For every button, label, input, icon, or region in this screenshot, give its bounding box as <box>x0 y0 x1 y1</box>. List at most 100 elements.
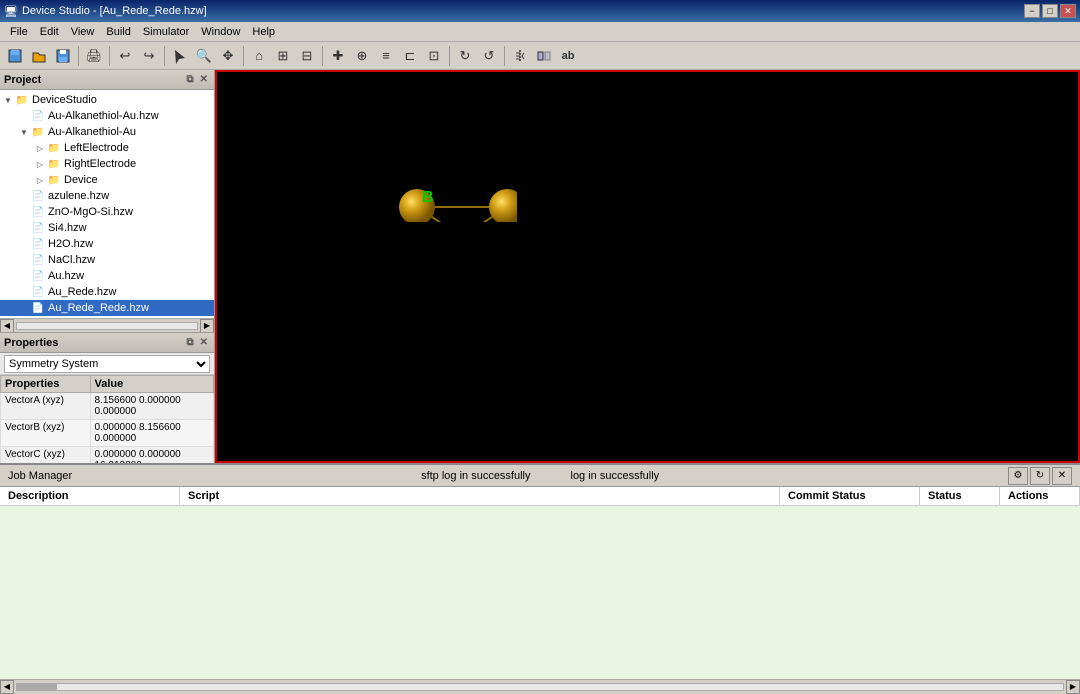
node-label-au[interactable]: Au.hzw <box>48 270 84 282</box>
select-button[interactable] <box>169 45 191 67</box>
tree-node-right-electrode[interactable]: ▷ 📁 RightElectrode <box>0 156 214 172</box>
close-button[interactable]: ✕ <box>1060 4 1076 18</box>
tree-scroll-left[interactable]: ◀ <box>0 319 14 333</box>
expand-au-rede-rede[interactable] <box>18 302 30 314</box>
status-msg-1: sftp log in successfully <box>421 470 530 482</box>
job-close-button[interactable]: ✕ <box>1052 467 1072 485</box>
maximize-button[interactable]: □ <box>1042 4 1058 18</box>
project-close-button[interactable]: ✕ <box>198 74 210 85</box>
job-refresh-button[interactable]: ↻ <box>1030 467 1050 485</box>
mirror-button[interactable] <box>533 45 555 67</box>
menu-view[interactable]: View <box>65 24 101 40</box>
zoom-button[interactable]: 🔍 <box>193 45 215 67</box>
open-button[interactable] <box>28 45 50 67</box>
pan-button[interactable]: ✥ <box>217 45 239 67</box>
properties-float-button[interactable]: ⧉ <box>184 337 195 348</box>
node-label-au-alk-hzw[interactable]: Au-Alkanethiol-Au.hzw <box>48 110 159 122</box>
new-button[interactable] <box>4 45 26 67</box>
tree-node-au-alk-folder[interactable]: ▼ 📁 Au-Alkanethiol-Au <box>0 124 214 140</box>
fragment-button[interactable]: ⊏ <box>399 45 421 67</box>
app-icon: 🖥 <box>4 5 18 18</box>
menu-simulator[interactable]: Simulator <box>137 24 195 40</box>
menu-edit[interactable]: Edit <box>34 24 65 40</box>
expand-nacl[interactable] <box>18 254 30 266</box>
menu-bar: File Edit View Build Simulator Window He… <box>0 22 1080 42</box>
minimize-button[interactable]: − <box>1024 4 1040 18</box>
grid-button[interactable]: ⊞ <box>272 45 294 67</box>
properties-close-button[interactable]: ✕ <box>198 337 210 348</box>
node-label-root[interactable]: DeviceStudio <box>32 94 97 106</box>
tree-node-au-alk-hzw[interactable]: 📄 Au-Alkanethiol-Au.hzw <box>0 108 214 124</box>
status-msg-2: log in successfully <box>571 470 660 482</box>
file-icon-si4: 📄 <box>30 221 46 235</box>
expand-si4[interactable] <box>18 222 30 234</box>
node-label-au-rede[interactable]: Au_Rede.hzw <box>48 286 117 298</box>
job-scroll-track[interactable] <box>16 683 1064 691</box>
grid2-button[interactable]: ⊟ <box>296 45 318 67</box>
menu-file[interactable]: File <box>4 24 34 40</box>
menu-window[interactable]: Window <box>195 24 246 40</box>
props-cell-name: VectorA (xyz) <box>1 393 91 420</box>
node-label-si4[interactable]: Si4.hzw <box>48 222 87 234</box>
tree-node-h2o[interactable]: 📄 H2O.hzw <box>0 236 214 252</box>
measure-button[interactable]: ≡ <box>375 45 397 67</box>
menu-help[interactable]: Help <box>246 24 281 40</box>
tree-node-root[interactable]: ▼ 📁 DeviceStudio <box>0 92 214 108</box>
job-manager-title: Job Manager <box>8 470 72 482</box>
rotate-ccw-button[interactable]: ↺ <box>478 45 500 67</box>
project-float-button[interactable]: ⧉ <box>184 74 195 85</box>
node-label-h2o[interactable]: H2O.hzw <box>48 238 93 250</box>
save-button[interactable] <box>52 45 74 67</box>
node-label-right-electrode[interactable]: RightElectrode <box>64 158 136 170</box>
node-label-azulene[interactable]: azulene.hzw <box>48 190 109 202</box>
expand-au-alk-folder[interactable]: ▼ <box>18 126 30 138</box>
expand-h2o[interactable] <box>18 238 30 250</box>
toolbar: 🖨 ↩ ↪ 🔍 ✥ ⌂ ⊞ ⊟ ✚ ⊕ ≡ ⊏ ⊡ ↻ ↺ ab <box>0 42 1080 70</box>
expand-left-electrode[interactable]: ▷ <box>34 142 46 154</box>
node-label-left-electrode[interactable]: LeftElectrode <box>64 142 129 154</box>
expand-device[interactable]: ▷ <box>34 174 46 186</box>
tree-node-si4[interactable]: 📄 Si4.hzw <box>0 220 214 236</box>
sym-button[interactable] <box>509 45 531 67</box>
node-label-au-alk-folder[interactable]: Au-Alkanethiol-Au <box>48 126 136 138</box>
expand-root[interactable]: ▼ <box>2 94 14 106</box>
tree-node-au-rede[interactable]: 📄 Au_Rede.hzw <box>0 284 214 300</box>
add-atom-button[interactable]: ✚ <box>327 45 349 67</box>
surface-button[interactable]: ⊡ <box>423 45 445 67</box>
expand-au-alk-hzw[interactable] <box>18 110 30 122</box>
tree-scroll-right[interactable]: ▶ <box>200 319 214 333</box>
node-label-zno[interactable]: ZnO-MgO-Si.hzw <box>48 206 133 218</box>
tree-scroll-track[interactable] <box>16 322 198 330</box>
tree-node-zno[interactable]: 📄 ZnO-MgO-Si.hzw <box>0 204 214 220</box>
tree-node-nacl[interactable]: 📄 NaCl.hzw <box>0 252 214 268</box>
expand-au-rede[interactable] <box>18 286 30 298</box>
text-button[interactable]: ab <box>557 45 579 67</box>
tree-node-au-rede-rede[interactable]: 📄 Au_Rede_Rede.hzw <box>0 300 214 316</box>
menu-build[interactable]: Build <box>100 24 136 40</box>
bond-button[interactable]: ⊕ <box>351 45 373 67</box>
tree-node-device[interactable]: ▷ 📁 Device <box>0 172 214 188</box>
redo-button[interactable]: ↪ <box>138 45 160 67</box>
home-button[interactable]: ⌂ <box>248 45 270 67</box>
tree-node-azulene[interactable]: 📄 azulene.hzw <box>0 188 214 204</box>
node-label-device[interactable]: Device <box>64 174 98 186</box>
project-panel: Project ⧉ ✕ ▼ 📁 DeviceStudio <box>0 70 215 332</box>
node-label-au-rede-rede[interactable]: Au_Rede_Rede.hzw <box>48 302 149 314</box>
job-scroll-left[interactable]: ◀ <box>0 680 14 694</box>
col-actions: Actions <box>1000 487 1080 505</box>
file-icon-h2o: 📄 <box>30 237 46 251</box>
expand-right-electrode[interactable]: ▷ <box>34 158 46 170</box>
print-button[interactable]: 🖨 <box>83 45 105 67</box>
tree-node-left-electrode[interactable]: ▷ 📁 LeftElectrode <box>0 140 214 156</box>
job-settings-button[interactable]: ⚙ <box>1008 467 1028 485</box>
expand-zno[interactable] <box>18 206 30 218</box>
node-label-nacl[interactable]: NaCl.hzw <box>48 254 95 266</box>
properties-header-controls: ⧉ ✕ <box>184 337 210 348</box>
job-scroll-right[interactable]: ▶ <box>1066 680 1080 694</box>
undo-button[interactable]: ↩ <box>114 45 136 67</box>
tree-node-au[interactable]: 📄 Au.hzw <box>0 268 214 284</box>
expand-au[interactable] <box>18 270 30 282</box>
symmetry-select[interactable]: Symmetry System <box>4 355 210 373</box>
rotate-cw-button[interactable]: ↻ <box>454 45 476 67</box>
expand-azulene[interactable] <box>18 190 30 202</box>
